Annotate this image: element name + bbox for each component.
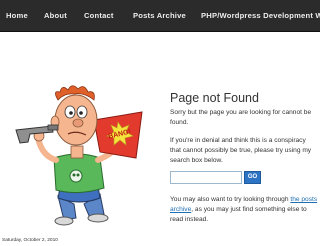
archive-suggestion: You may also want to try looking through… (170, 195, 318, 225)
nav-php-wordpress-development-work[interactable]: PHP/Wordpress Development Work (201, 11, 320, 20)
nav-posts-archive[interactable]: Posts Archive (133, 11, 186, 20)
archive-suggestion-text-after: , as you may just find something else to… (170, 206, 307, 223)
search-input[interactable] (170, 171, 242, 184)
not-found-message: Sorry but the page you are looking for c… (170, 109, 312, 126)
top-navigation: Home About Contact Posts Archive PHP/Wor… (0, 0, 320, 32)
footer-date: Saturday, October 2, 2010 (2, 238, 58, 243)
nav-home[interactable]: Home (6, 11, 28, 20)
cartoon-man-gun-illustration: BANG! (15, 85, 143, 226)
archive-suggestion-text-before: You may also want to try looking through (170, 196, 291, 203)
nav-about[interactable]: About (44, 11, 67, 20)
denial-message: If you're in denial and think this is a … (170, 137, 312, 164)
search-go-button[interactable]: GO (244, 171, 261, 184)
page-title: Page not Found (170, 91, 259, 105)
nav-contact[interactable]: Contact (84, 11, 114, 20)
